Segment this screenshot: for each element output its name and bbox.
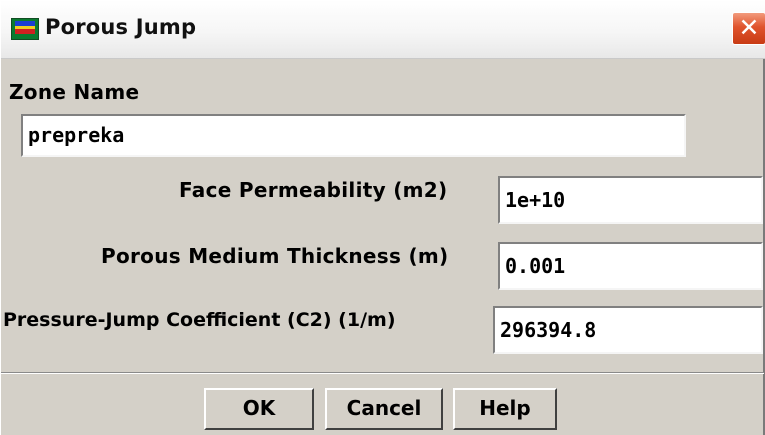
pressure-jump-input[interactable]: 296394.8 — [493, 306, 763, 354]
porous-jump-dialog: Porous Jump ✕ Zone Name prepreka Face Pe… — [0, 0, 765, 435]
face-permeability-label: Face Permeability (m2) — [179, 178, 448, 202]
face-permeability-input[interactable]: 1e+10 — [498, 176, 763, 224]
close-icon[interactable]: ✕ — [732, 12, 765, 45]
cancel-button[interactable]: Cancel — [325, 388, 443, 430]
zone-name-input[interactable]: prepreka — [21, 114, 686, 157]
button-separator — [1, 372, 764, 374]
window-title: Porous Jump — [45, 15, 197, 39]
title-bar[interactable]: Porous Jump ✕ — [1, 0, 765, 59]
ok-button[interactable]: OK — [204, 388, 314, 430]
porous-thickness-input[interactable]: 0.001 — [498, 242, 763, 290]
fluent-app-icon — [11, 18, 39, 40]
pressure-jump-label: Pressure-Jump Coefficient (C2) (1/m) — [3, 309, 396, 331]
zone-name-label: Zone Name — [9, 80, 140, 104]
help-button[interactable]: Help — [453, 388, 557, 430]
porous-thickness-label: Porous Medium Thickness (m) — [101, 244, 449, 268]
